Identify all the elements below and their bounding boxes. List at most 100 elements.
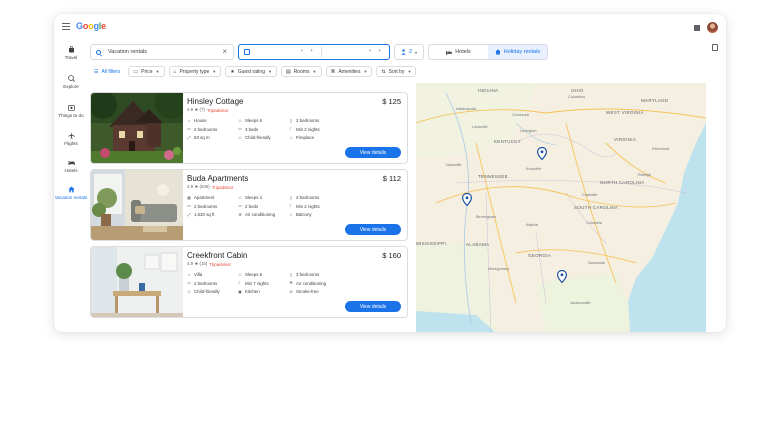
listing-photo — [91, 247, 183, 317]
feature-label: 2 bedrooms — [296, 195, 320, 200]
feature-label: House — [194, 118, 207, 123]
view-details-button[interactable]: View details — [345, 301, 401, 312]
map-panel[interactable]: INDIANA OHIO MARYLAND WEST VIRGINIA KENT… — [416, 83, 706, 332]
feature-label: Villa — [194, 272, 203, 277]
amenities-filter[interactable]: ⌘ Amenities ▼ — [325, 66, 373, 77]
sort-icon: ⇅ — [381, 68, 386, 75]
chip-label: All filters — [101, 68, 121, 75]
listing-name[interactable]: Creekfront Cabin — [187, 251, 247, 260]
fireplace-icon: ♨ — [289, 134, 293, 140]
nav-label: Things to do — [58, 113, 84, 118]
nav-explore[interactable]: Explore — [54, 75, 88, 89]
feature-item: ☾ Min 2 nights — [289, 204, 339, 209]
guests-selector[interactable]: 2 ▾ — [394, 44, 424, 60]
home-icon — [495, 49, 501, 55]
avatar[interactable] — [707, 22, 718, 33]
bed-icon: ▭ — [238, 126, 242, 131]
map-state-label: VIRGINIA — [614, 137, 637, 142]
guest-rating-filter[interactable]: ★ Guest rating ▼ — [225, 66, 277, 77]
saved-icon[interactable] — [712, 44, 718, 51]
listing-price: $ 125 — [382, 97, 401, 106]
price-filter[interactable]: ▭ Price ▼ — [128, 66, 165, 77]
feature-item: ♨ Fireplace — [289, 135, 339, 140]
feature-label: Sleeps 4 — [245, 195, 263, 200]
nav-label: Vacation rentals — [54, 195, 88, 200]
feature-label: Child-friendly — [194, 289, 220, 294]
feature-item: ✻ Air conditioning — [238, 212, 289, 217]
feature-grid: ⌂ Villa ☺ Sleeps 6 ▯ 3 bedrooms ▭ 2 bedrooms… — [187, 272, 337, 294]
map-state-label: ALABAMA — [466, 242, 490, 247]
check-in-arrows[interactable]: ‹ › — [301, 48, 316, 54]
browser-window: Google Travel Explore Things to do Fligh… — [54, 14, 726, 332]
map-state-label: KENTUCKY — [494, 139, 521, 144]
listing-card[interactable]: Hinsley Cottage $ 125 4.9 ★ (7) Tripadvi… — [90, 92, 408, 164]
suitcase-icon — [67, 46, 75, 53]
map-city-label: Knoxville — [526, 167, 542, 171]
check-out-arrows[interactable]: ‹ › — [369, 48, 384, 54]
listing-name[interactable]: Buda Apartments — [187, 174, 248, 183]
property-type-filter[interactable]: ⌂ Property type ▼ — [168, 66, 222, 77]
listing-name[interactable]: Hinsley Cottage — [187, 97, 243, 106]
feature-label: Sleeps 6 — [245, 272, 263, 277]
feature-item: ▭ 2 bedrooms — [187, 204, 238, 209]
feature-grid: ⌂ House ☺ Sleeps 6 ▯ 2 bedrooms ▭ 2 bedrooms… — [187, 118, 337, 140]
listing-card[interactable]: Buda Apartments $ 112 4.9 ★ (845) Tripad… — [90, 169, 408, 241]
feature-label: 2 bedrooms — [296, 118, 320, 123]
feature-label: 3 bedrooms — [296, 272, 320, 277]
filter-bar: ☰ All filters ▭ Price ▼ ⌂ Property type ▼ ★ Gu… — [90, 66, 417, 77]
apps-grid-icon[interactable] — [694, 25, 700, 31]
map-land — [416, 83, 706, 332]
date-picker[interactable]: ‹ › ‹ › — [238, 44, 390, 60]
bed-icon: ▭ — [238, 203, 242, 208]
nav-vacation-rentals[interactable]: Vacation rentals — [54, 186, 88, 200]
listing-card[interactable]: Creekfront Cabin $ 160 4.9 ★ (15) Tripad… — [90, 246, 408, 318]
map-state-label: GEORGIA — [528, 253, 552, 258]
listing-photo — [91, 93, 183, 163]
check-icon: ✓ — [289, 211, 293, 217]
child-icon: ☺ — [187, 288, 192, 294]
view-details-button[interactable]: View details — [345, 147, 401, 158]
nav-things-to-do[interactable]: Things to do — [54, 104, 88, 118]
price-icon: ▭ — [133, 68, 139, 75]
map-city-label: Columbia — [586, 221, 603, 225]
rating-value: 4.9 ★ (15) — [187, 261, 208, 266]
map-pin-icon[interactable] — [462, 193, 472, 206]
person-icon — [401, 49, 406, 55]
feature-label: 93 sq m — [194, 135, 210, 140]
tab-holiday-rentals[interactable]: Holiday rentals — [488, 45, 547, 59]
map-pin-icon[interactable] — [557, 270, 567, 283]
feature-item: ⤢ 1,620 sq ft — [187, 212, 238, 217]
people-icon: ☺ — [238, 117, 243, 123]
bed-icon: ▤ — [285, 68, 291, 75]
map-city-label: Birmingham — [476, 215, 497, 219]
listing-rating: 4.9 ★ (7) Tripadvisor — [187, 107, 228, 113]
bed-icon — [67, 159, 75, 166]
feature-label: 2 bedrooms — [194, 203, 218, 209]
rooms-filter[interactable]: ▤ Rooms ▼ — [280, 66, 322, 77]
guest-count: 2 — [408, 49, 413, 55]
amenities-icon: ⌘ — [330, 68, 336, 75]
nav-flights[interactable]: Flights — [54, 132, 88, 146]
building-icon: ▦ — [187, 194, 191, 200]
map-city-label: Louisville — [472, 125, 488, 129]
home-icon: ⌂ — [173, 68, 177, 75]
feature-label: Sleeps 6 — [245, 118, 263, 123]
map-city-label: Richmond — [652, 147, 670, 151]
map-pin-icon[interactable] — [537, 147, 547, 160]
menu-icon[interactable] — [62, 23, 70, 32]
nav-hotels[interactable]: Hotels — [54, 159, 88, 173]
nav-travel[interactable]: Travel — [54, 46, 88, 60]
all-filters-button[interactable]: ☰ All filters — [90, 66, 124, 77]
google-logo[interactable]: Google — [76, 21, 106, 31]
close-icon[interactable]: × — [222, 48, 227, 56]
search-input[interactable]: Vacation rentals × — [90, 44, 234, 60]
feature-label: Fireplace — [296, 135, 315, 140]
chevron-down-icon: ▼ — [363, 69, 368, 74]
sort-by-filter[interactable]: ⇅ Sort by ▼ — [376, 66, 417, 77]
feature-item: ✓ Balcony — [289, 212, 339, 217]
moon-icon: ☾ — [238, 280, 242, 285]
feature-label: 2 bedrooms — [194, 126, 218, 132]
feature-label: 3 beds — [245, 126, 259, 132]
view-details-button[interactable]: View details — [345, 224, 401, 235]
tab-hotels[interactable]: Hotels — [429, 45, 488, 59]
